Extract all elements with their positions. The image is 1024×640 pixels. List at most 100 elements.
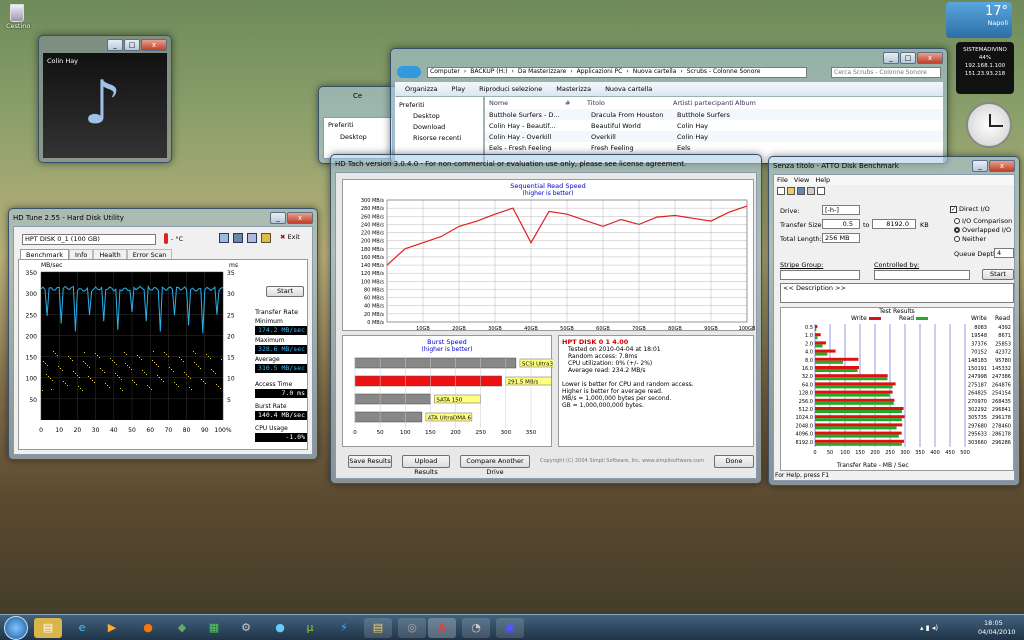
explorer-titlebar[interactable]: _ □ x (391, 49, 947, 66)
queue-depth-select[interactable]: 4 (994, 248, 1014, 258)
col-title[interactable]: Titolo (587, 99, 673, 107)
firefox-icon[interactable]: ● (134, 618, 162, 638)
utorrent-icon[interactable]: µ (296, 618, 324, 638)
back-forward-icons[interactable] (397, 66, 421, 78)
menu-file[interactable]: File (777, 176, 788, 184)
internet-explorer-icon[interactable]: e (68, 618, 96, 638)
done-button[interactable]: Done (714, 455, 754, 468)
transfer-size-to[interactable]: 8192.0 (872, 219, 916, 229)
recycle-bin-icon[interactable]: Cestino (6, 4, 30, 34)
stripe-group-select[interactable] (780, 270, 860, 280)
folder-icon[interactable]: ▤ (34, 618, 62, 638)
nav-favorites[interactable]: Preferiti (399, 101, 479, 112)
copy-icon[interactable] (219, 233, 229, 243)
breadcrumb-backup[interactable]: BACKUP (H:) (470, 68, 507, 77)
options-icon[interactable] (247, 233, 257, 243)
col-album[interactable]: Album (735, 99, 795, 107)
atto-window[interactable]: Senza titolo - ATTO Disk Benchmark _ x F… (768, 156, 1020, 486)
weather-gadget[interactable]: 17° Napoli (946, 2, 1012, 38)
start-button[interactable] (4, 616, 28, 640)
col-artists[interactable]: Artisti partecipanti (673, 99, 735, 107)
maximize-button[interactable]: □ (900, 51, 916, 64)
organize-button[interactable]: Organizza (405, 85, 438, 93)
atto-icon[interactable]: A (428, 618, 456, 638)
app-icon[interactable]: ◆ (168, 618, 196, 638)
breadcrumb-computer[interactable]: Computer (430, 68, 460, 77)
messenger-icon[interactable]: ● (266, 618, 294, 638)
close-button[interactable]: x (989, 159, 1015, 172)
minimize-button[interactable]: _ (270, 211, 286, 224)
settings-icon[interactable]: ⚙ (232, 618, 260, 638)
file-row[interactable]: Colin Hay - Overkill Overkill Colin Hay (485, 131, 943, 142)
close-button[interactable]: x (141, 38, 167, 51)
media-player-window[interactable]: _ □ x Colin Hay ♪ (38, 35, 172, 163)
help-icon[interactable] (817, 187, 825, 195)
search-input[interactable] (831, 67, 941, 78)
minimize-button[interactable]: _ (883, 51, 899, 64)
upload-results-button[interactable]: Upload Results (402, 455, 450, 476)
direct-io-checkbox[interactable]: ✓ Direct I/O (950, 205, 990, 213)
close-button[interactable]: x (917, 51, 943, 64)
flash-icon[interactable]: ⚡ (330, 618, 358, 638)
nav-favorites[interactable]: Preferiti (324, 118, 392, 132)
hdtune-titlebar[interactable]: HD Tune 2.55 - Hard Disk Utility _ x (9, 209, 317, 226)
hd-tune-icon[interactable]: ◎ (398, 618, 426, 638)
drive-select[interactable]: [-h-] (822, 205, 860, 215)
clock-gadget[interactable] (966, 102, 1012, 148)
file-row[interactable]: Butthole Surfers - D... Dracula From Hous… (485, 109, 943, 120)
breadcrumb-masterizzare[interactable]: Da Masterizzare (518, 68, 566, 77)
nav-recent[interactable]: Risorse recenti (399, 134, 479, 145)
explorer-window[interactable]: _ □ x Computer › BACKUP (H:) › Da Masteriz… (390, 48, 948, 164)
hd-tach-icon[interactable]: ◔ (462, 618, 490, 638)
minimize-button[interactable]: _ (107, 38, 123, 51)
menu-help[interactable]: Help (815, 176, 830, 184)
save-icon[interactable] (233, 233, 243, 243)
controlled-by-select[interactable] (874, 270, 970, 280)
start-button[interactable]: Start (266, 286, 304, 297)
explorer-back-window[interactable]: Ce Preferiti Desktop (318, 86, 398, 164)
menu-view[interactable]: View (794, 176, 809, 184)
play-selection-button[interactable]: Riproduci selezione (479, 85, 542, 93)
wrench-icon[interactable] (261, 233, 271, 243)
nav-desktop[interactable]: Desktop (324, 132, 392, 142)
hdtach-titlebar[interactable]: HD Tach version 3.0.4.0 - For non-commer… (331, 155, 761, 172)
hdtach-window[interactable]: HD Tach version 3.0.4.0 - For non-commer… (330, 154, 762, 484)
nav-download[interactable]: Download (399, 123, 479, 134)
new-icon[interactable] (777, 187, 785, 195)
drive-select[interactable]: HPT DISK 0_1 (100 GB) (22, 234, 156, 245)
start-button[interactable]: Start (982, 269, 1014, 280)
atto-titlebar[interactable]: Senza titolo - ATTO Disk Benchmark _ x (769, 157, 1019, 174)
clock-date[interactable]: 04/04/2010 (978, 628, 1015, 636)
save-results-button[interactable]: Save Results (348, 455, 392, 468)
media-player-icon[interactable]: ▶ (98, 618, 126, 638)
transfer-size-from[interactable]: 0.5 (822, 219, 860, 229)
maximize-button[interactable]: □ (124, 38, 140, 51)
play-button[interactable]: Play (452, 85, 466, 93)
breadcrumb-applicazioni[interactable]: Applicazioni PC (577, 68, 623, 77)
file-row[interactable]: Eels - Fresh Feeling Fresh Feeling Eels (485, 142, 943, 153)
address-bar[interactable]: Computer › BACKUP (H:) › Da Masterizzare › … (427, 67, 807, 78)
windows-icon[interactable]: ▦ (200, 618, 228, 638)
clock-time[interactable]: 18:05 (984, 619, 1003, 627)
print-icon[interactable] (807, 187, 815, 195)
description-box[interactable]: << Description >> (780, 283, 1014, 303)
io-comparison-radio[interactable]: I/O Comparison (954, 217, 1012, 225)
breadcrumb-nuova-cartella[interactable]: Nuova cartella (633, 68, 677, 77)
neither-radio[interactable]: Neither (954, 235, 986, 243)
ie-window-icon[interactable]: ▣ (496, 618, 524, 638)
col-name[interactable]: Nome (485, 99, 565, 107)
save-icon[interactable] (797, 187, 805, 195)
hdtune-window[interactable]: HD Tune 2.55 - Hard Disk Utility _ x HPT… (8, 208, 318, 460)
media-titlebar[interactable]: _ □ x (39, 36, 171, 53)
breadcrumb-scrubs[interactable]: Scrubs - Colonne Sonore (687, 68, 761, 77)
file-row[interactable]: Colin Hay - Beautif... Beautiful World Col… (485, 120, 943, 131)
new-folder-button[interactable]: Nuova cartella (605, 85, 652, 93)
col-number[interactable]: # (565, 99, 587, 107)
close-button[interactable]: x (287, 211, 313, 224)
explorer-back-titlebar[interactable]: Ce (319, 87, 397, 104)
burn-button[interactable]: Masterizza (556, 85, 591, 93)
minimize-button[interactable]: _ (972, 159, 988, 172)
tray-icons[interactable]: ▴ ▮ ◂) (920, 624, 938, 632)
network-meter-gadget[interactable]: SISTEMADIVINO 44% 192.168.1.100 151.23.9… (956, 42, 1014, 94)
overlapped-io-radio[interactable]: Overlapped I/O (954, 226, 1011, 234)
